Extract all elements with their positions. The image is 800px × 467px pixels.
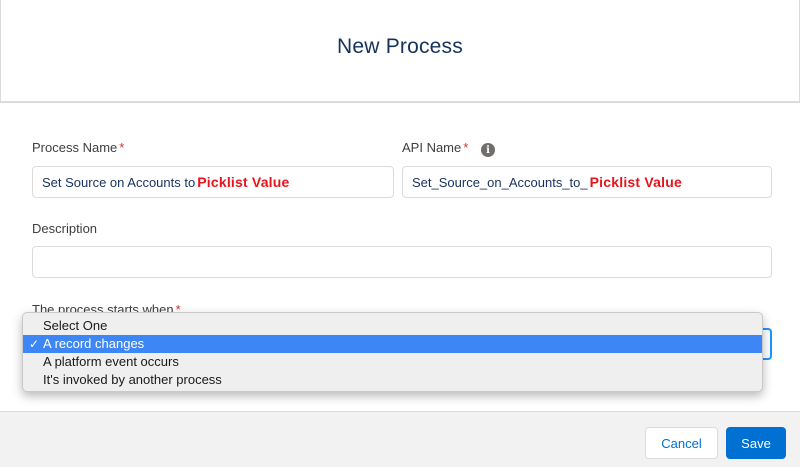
- dropdown-option-platform-event[interactable]: A platform event occurs: [23, 353, 762, 371]
- process-name-label-text: Process Name: [32, 140, 118, 155]
- api-name-value: Set_Source_on_Accounts_to_: [412, 174, 588, 190]
- cancel-button[interactable]: Cancel: [645, 427, 718, 459]
- api-name-input[interactable]: Set_Source_on_Accounts_to_ Picklist Valu…: [402, 166, 772, 198]
- description-label: Description: [32, 221, 98, 236]
- info-icon[interactable]: i: [481, 143, 495, 157]
- modal-title: New Process: [337, 34, 463, 58]
- option-label: It's invoked by another process: [43, 372, 222, 387]
- api-name-label: API Name *: [402, 140, 468, 155]
- save-button[interactable]: Save: [726, 427, 786, 459]
- dropdown-option-invoked-by-process[interactable]: It's invoked by another process: [23, 371, 762, 389]
- process-name-overlay-text: Picklist Value: [197, 174, 290, 190]
- option-label: Select One: [43, 318, 108, 333]
- checkmark-icon: ✓: [29, 337, 40, 351]
- select-focus-ring: [762, 328, 772, 360]
- description-input[interactable]: [32, 246, 772, 278]
- process-name-value: Set Source on Accounts to: [42, 174, 196, 190]
- required-marker: *: [463, 140, 469, 155]
- dropdown-option-record-changes[interactable]: ✓ A record changes: [23, 335, 762, 353]
- dropdown-option-select-one[interactable]: Select One: [23, 317, 762, 335]
- process-start-dropdown[interactable]: Select One ✓ A record changes A platform…: [22, 312, 763, 392]
- api-name-overlay-text: Picklist Value: [589, 174, 682, 190]
- process-name-label: Process Name *: [32, 140, 124, 155]
- option-label: A record changes: [43, 336, 145, 351]
- new-process-modal: New Process Process Name * Set Source on …: [0, 0, 800, 467]
- required-marker: *: [119, 140, 125, 155]
- process-name-input[interactable]: Set Source on Accounts to Picklist Value: [32, 166, 394, 198]
- modal-header: New Process: [0, 0, 800, 103]
- api-name-label-text: API Name: [402, 140, 462, 155]
- modal-footer: Cancel Save: [0, 411, 800, 467]
- option-label: A platform event occurs: [43, 354, 179, 369]
